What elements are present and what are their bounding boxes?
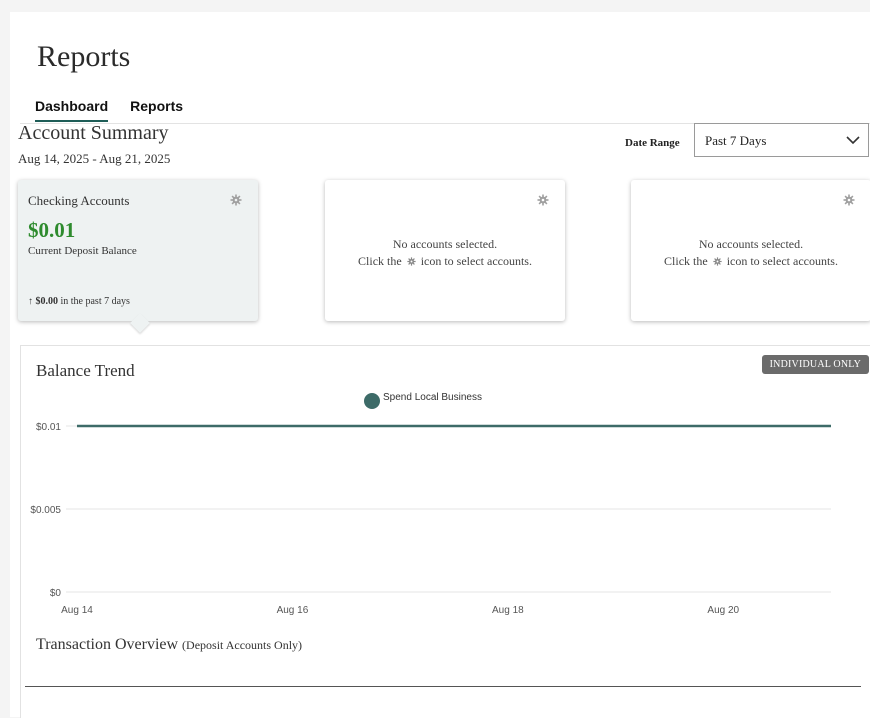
current-balance: $0.01	[28, 218, 76, 242]
gear-icon[interactable]	[230, 194, 242, 206]
y-tick-label: $0.005	[30, 505, 61, 516]
empty-line-2: Click the icon to select accounts.	[664, 254, 838, 268]
legend-label: Spend Local Business	[383, 392, 482, 403]
gear-icon[interactable]	[843, 194, 855, 206]
arrow-up-icon: ↑	[28, 296, 33, 307]
reports-page: Reports Dashboard Reports Account Summar…	[10, 12, 870, 718]
individual-only-badge[interactable]: INDIVIDUAL ONLY	[761, 355, 869, 374]
tab-bar: Dashboard Reports	[35, 98, 201, 124]
empty-line-1: No accounts selected.	[392, 237, 498, 251]
y-tick-label: $0	[50, 588, 62, 599]
balance-trend-title: Balance Trend	[36, 361, 135, 380]
tab-dashboard[interactable]: Dashboard	[35, 98, 109, 122]
balance-label: Current Deposit Balance	[28, 245, 137, 257]
balance-trend-chart: $0 $0.005 $0.01 Aug 14 Aug 16 Aug 18 Aug 20 Spe…	[30, 392, 831, 616]
x-tick-label: Aug 14	[61, 605, 93, 616]
date-range-label: Date Range	[625, 137, 680, 149]
x-tick-label: Aug 20	[707, 605, 739, 616]
date-range-select[interactable]: Past 7 Days	[694, 123, 869, 157]
date-range-value: Past 7 Days	[705, 133, 767, 148]
page-title: Reports	[37, 40, 131, 73]
x-tick-label: Aug 16	[277, 605, 309, 616]
account-summary-date-span: Aug 14, 2025 - Aug 21, 2025	[18, 151, 171, 166]
empty-account-card-2: No accounts selected. Click the icon to …	[325, 180, 565, 321]
legend-marker	[364, 393, 380, 409]
y-tick-label: $0.01	[36, 422, 61, 433]
balance-change: ↑ $0.00 in the past 7 days	[28, 296, 130, 307]
change-amount: $0.00	[35, 296, 59, 307]
balance-trend-panel: Balance Trend INDIVIDUAL ONLY $0 $0.005 $0…	[20, 345, 870, 718]
gear-icon	[713, 257, 722, 266]
gear-icon	[407, 257, 416, 266]
transaction-overview-divider	[25, 686, 861, 687]
gear-icon[interactable]	[537, 194, 549, 206]
selected-card-caret	[130, 313, 150, 333]
empty-line-2: Click the icon to select accounts.	[358, 254, 532, 268]
x-tick-label: Aug 18	[492, 605, 524, 616]
transaction-overview-title: Transaction Overview (Deposit Accounts O…	[36, 636, 303, 653]
chevron-down-icon	[846, 136, 860, 145]
card-title: Checking Accounts	[28, 193, 130, 208]
empty-card-message: No accounts selected. Click the icon to …	[631, 236, 870, 270]
account-summary-title: Account Summary	[18, 122, 169, 144]
empty-card-message: No accounts selected. Click the icon to …	[325, 236, 565, 270]
tab-reports[interactable]: Reports	[130, 98, 183, 120]
empty-line-1: No accounts selected.	[698, 237, 804, 251]
change-suffix: in the past 7 days	[58, 296, 130, 307]
empty-account-card-3: No accounts selected. Click the icon to …	[631, 180, 870, 321]
checking-accounts-card[interactable]: Checking Accounts $0.01 Current Deposit …	[18, 180, 258, 333]
